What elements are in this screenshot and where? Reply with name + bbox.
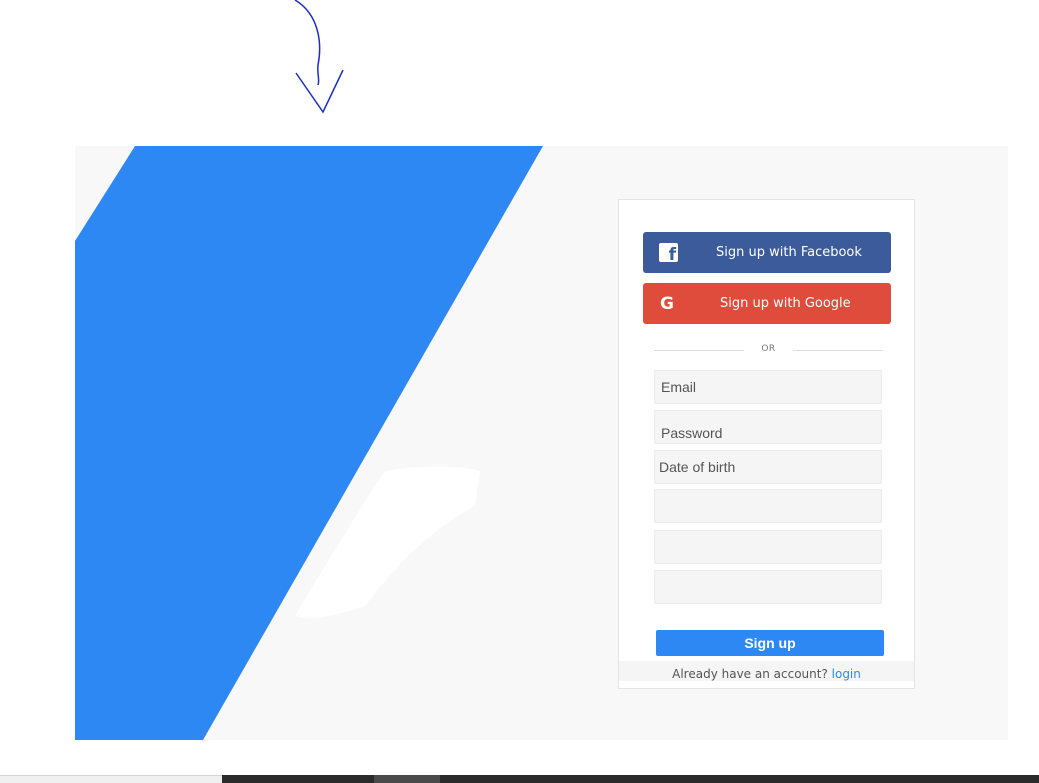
or-divider: OR	[654, 344, 883, 358]
taskbar-search-area[interactable]	[0, 775, 222, 783]
google-signup-button[interactable]: G Sign up with Google	[643, 283, 891, 324]
hand-drawn-arrow-icon	[294, 0, 344, 114]
form-field-6[interactable]	[654, 570, 882, 604]
password-field[interactable]	[654, 410, 882, 444]
date-of-birth-field[interactable]	[654, 450, 882, 484]
signup-page: f Sign up with Facebook G Sign up with G…	[75, 146, 1008, 740]
facebook-icon: f	[659, 243, 678, 264]
facebook-button-label: Sign up with Facebook	[716, 245, 862, 260]
signup-card: f Sign up with Facebook G Sign up with G…	[618, 199, 915, 689]
form-field-4[interactable]	[654, 489, 882, 523]
login-prompt-text: Already have an account?	[672, 667, 832, 681]
taskbar-item[interactable]	[374, 775, 440, 783]
login-prompt-row: Already have an account? login	[619, 661, 914, 681]
or-text: OR	[761, 344, 776, 354]
email-field[interactable]	[654, 370, 882, 404]
facebook-signup-button[interactable]: f Sign up with Facebook	[643, 232, 891, 273]
divider-line-right	[793, 350, 883, 351]
login-link[interactable]: login	[832, 667, 861, 681]
form-field-5[interactable]	[654, 530, 882, 564]
google-button-label: Sign up with Google	[720, 296, 851, 311]
signup-button[interactable]: Sign up	[656, 630, 884, 656]
google-icon: G	[660, 293, 674, 314]
taskbar	[0, 775, 1039, 783]
